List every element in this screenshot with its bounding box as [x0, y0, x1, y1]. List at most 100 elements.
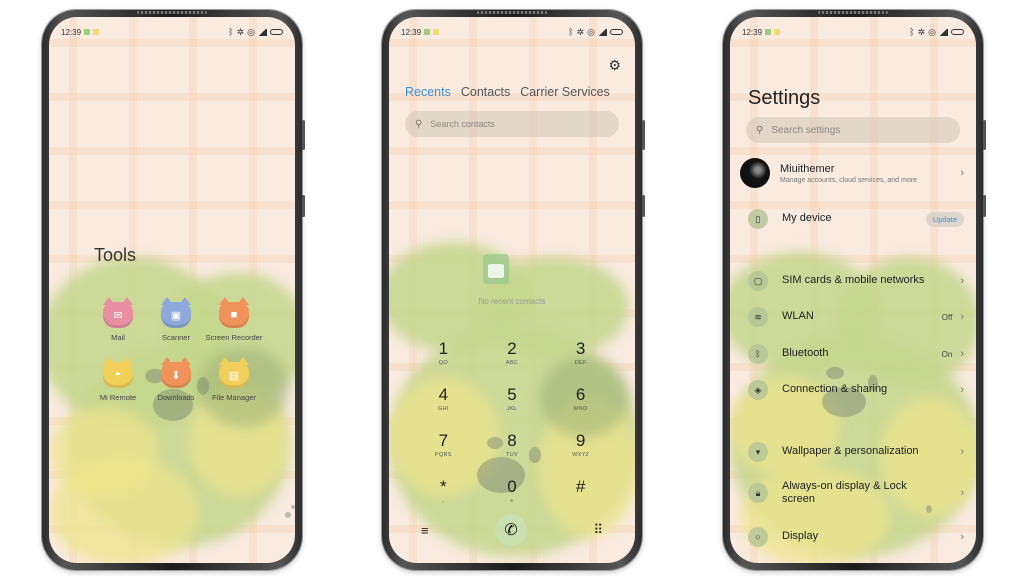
- key-hash[interactable]: #: [546, 477, 615, 511]
- account-name: Miuithemer: [780, 162, 835, 175]
- wallpaper-icon: ▾: [748, 442, 768, 462]
- app-grid: ✉ Mail ▣ Scanner ■ Screen Recorder ◓ Mi …: [89, 297, 262, 403]
- connection-sharing-icon: ◈: [748, 380, 768, 400]
- clock: 12:39: [61, 27, 82, 37]
- chevron-right-icon: ›: [960, 384, 964, 396]
- mail-icon: ✉: [103, 297, 133, 328]
- call-button[interactable]: ✆: [495, 514, 528, 546]
- chevron-right-icon: ›: [960, 446, 964, 458]
- tab-contacts[interactable]: Contacts: [461, 85, 510, 99]
- chevron-right-icon: ›: [960, 348, 964, 360]
- key-4[interactable]: 4 GHI: [409, 385, 478, 419]
- chevron-right-icon: ›: [960, 487, 964, 499]
- clock: 12:39: [401, 27, 422, 37]
- empty-state-text: No recent contacts: [478, 297, 546, 306]
- vibrate-icon: ✲: [236, 26, 245, 37]
- bluetooth-icon: ᛒ: [748, 344, 768, 364]
- signal-icon: [258, 28, 267, 36]
- app-scanner[interactable]: ▣ Scanner: [147, 297, 205, 342]
- key-3[interactable]: 3 DEF: [546, 339, 615, 373]
- app-mail[interactable]: ✉ Mail: [89, 297, 147, 342]
- search-icon: ⚲: [415, 118, 423, 130]
- device-icon: ▯: [748, 209, 768, 229]
- battery-icon: [610, 29, 623, 35]
- tab-carrier-services[interactable]: Carrier Services: [520, 85, 610, 99]
- app-file-manager[interactable]: ▤ File Manager: [205, 357, 263, 402]
- tab-recents[interactable]: Recents: [405, 85, 451, 99]
- settings-item-lock-screen[interactable]: 🔒︎ Always-on display & Lock screen ›: [740, 475, 964, 511]
- search-icon: ⚲: [756, 124, 764, 136]
- key-7[interactable]: 7 PQRS: [409, 431, 478, 465]
- app-downloads[interactable]: ⬇ Downloads: [147, 357, 205, 402]
- settings-item-display[interactable]: ○ Display ›: [740, 523, 964, 551]
- key-6[interactable]: 6 MNO: [546, 385, 615, 419]
- account-subtitle: Manage accounts, cloud services, and mor…: [780, 176, 917, 184]
- phone-icon: ✆: [504, 522, 518, 539]
- bluetooth-icon: ᛒ: [909, 27, 915, 37]
- empty-contacts-icon: [483, 254, 509, 284]
- screen: 12:39 ᛒ ✲ ◎ Settings ⚲ Search settings M…: [730, 17, 976, 563]
- status-bar: 12:39 ᛒ ✲ ◎: [401, 25, 623, 39]
- settings-item-connection-sharing[interactable]: ◈ Connection & sharing ›: [740, 376, 964, 404]
- signal-icon: [939, 28, 948, 36]
- key-0[interactable]: 0 +: [478, 477, 547, 511]
- dial-action-bar: ≡ ✆ ⠿: [389, 513, 635, 547]
- battery-icon: [951, 29, 964, 35]
- notification-icon: [765, 29, 772, 35]
- settings-item-wallpaper[interactable]: ▾ Wallpaper & personalization ›: [740, 438, 964, 466]
- downloads-icon: ⬇: [161, 357, 191, 389]
- display-icon: ○: [748, 527, 768, 547]
- bluetooth-icon: ᛒ: [228, 27, 234, 37]
- search-contacts-input[interactable]: ⚲ Search contacts: [405, 111, 619, 137]
- key-5[interactable]: 5 JKL: [478, 385, 547, 419]
- update-badge[interactable]: Update: [925, 211, 964, 227]
- screen-recorder-icon: ■: [219, 297, 249, 328]
- chevron-right-icon: ›: [960, 167, 964, 179]
- key-1[interactable]: 1 QO: [409, 339, 478, 373]
- key-8[interactable]: 8 TUV: [478, 431, 547, 465]
- vibrate-icon: ✲: [917, 26, 926, 37]
- lock-icon: 🔒︎: [748, 483, 768, 503]
- notification-icon: [93, 29, 100, 35]
- screen: 12:39 ᛒ ✲ ◎ ⚙ Recents Contacts Carrier S…: [389, 17, 635, 563]
- notification-icon: [774, 29, 781, 35]
- sim-card-icon: ▢: [748, 271, 768, 291]
- chevron-right-icon: ›: [960, 275, 964, 287]
- hotspot-icon: ◎: [247, 26, 255, 37]
- notification-icon: [424, 29, 431, 35]
- status-bar: 12:39 ᛒ ✲ ◎: [742, 25, 964, 39]
- bluetooth-status: On: [941, 349, 953, 359]
- hotspot-icon: ◎: [587, 26, 595, 37]
- settings-item-wlan[interactable]: ≋ WLAN Off ›: [740, 303, 964, 331]
- mi-remote-icon: ◓: [103, 357, 133, 389]
- settings-gear-icon[interactable]: ⚙: [608, 57, 621, 74]
- phone-home-folder: 12:39 ᛒ ✲ ◎ Tools ✉ Mail ▣ Scanner ■ Scr…: [42, 10, 305, 570]
- account-row[interactable]: Miuithemer Manage accounts, cloud servic…: [740, 155, 964, 191]
- page-title: Settings: [748, 87, 821, 109]
- scanner-icon: ▣: [161, 297, 191, 328]
- wifi-icon: ≋: [748, 307, 768, 327]
- avatar: [740, 158, 770, 188]
- hotspot-icon: ◎: [928, 26, 936, 37]
- settings-item-bluetooth[interactable]: ᛒ Bluetooth On ›: [740, 340, 964, 368]
- key-2[interactable]: 2 ABC: [478, 339, 547, 373]
- key-star[interactable]: *,: [409, 477, 478, 511]
- chevron-right-icon: ›: [960, 531, 964, 543]
- notification-icon: [433, 29, 440, 35]
- hide-keypad-icon[interactable]: ⠿: [593, 522, 603, 538]
- search-settings-input[interactable]: ⚲ Search settings: [746, 117, 960, 143]
- key-9[interactable]: 9 WXYZ: [546, 431, 615, 465]
- settings-item-sim-cards[interactable]: ▢ SIM cards & mobile networks ›: [740, 267, 964, 295]
- settings-item-my-device[interactable]: ▯ My device Update: [740, 205, 964, 233]
- battery-icon: [270, 29, 283, 35]
- dial-keypad: 1 QO 2 ABC 3 DEF 4 GHI 5 JKL 6 MNO 7 PQRS 8 TUV …: [409, 339, 615, 511]
- chevron-right-icon: ›: [960, 311, 964, 323]
- clock: 12:39: [742, 27, 763, 37]
- signal-icon: [598, 28, 607, 36]
- file-manager-icon: ▤: [219, 357, 249, 389]
- menu-icon[interactable]: ≡: [421, 523, 429, 538]
- dialer-tabs: Recents Contacts Carrier Services: [405, 85, 610, 99]
- app-mi-remote[interactable]: ◓ Mi Remote: [89, 357, 147, 402]
- phone-dialer: 12:39 ᛒ ✲ ◎ ⚙ Recents Contacts Carrier S…: [382, 10, 645, 570]
- app-screen-recorder[interactable]: ■ Screen Recorder: [205, 297, 263, 342]
